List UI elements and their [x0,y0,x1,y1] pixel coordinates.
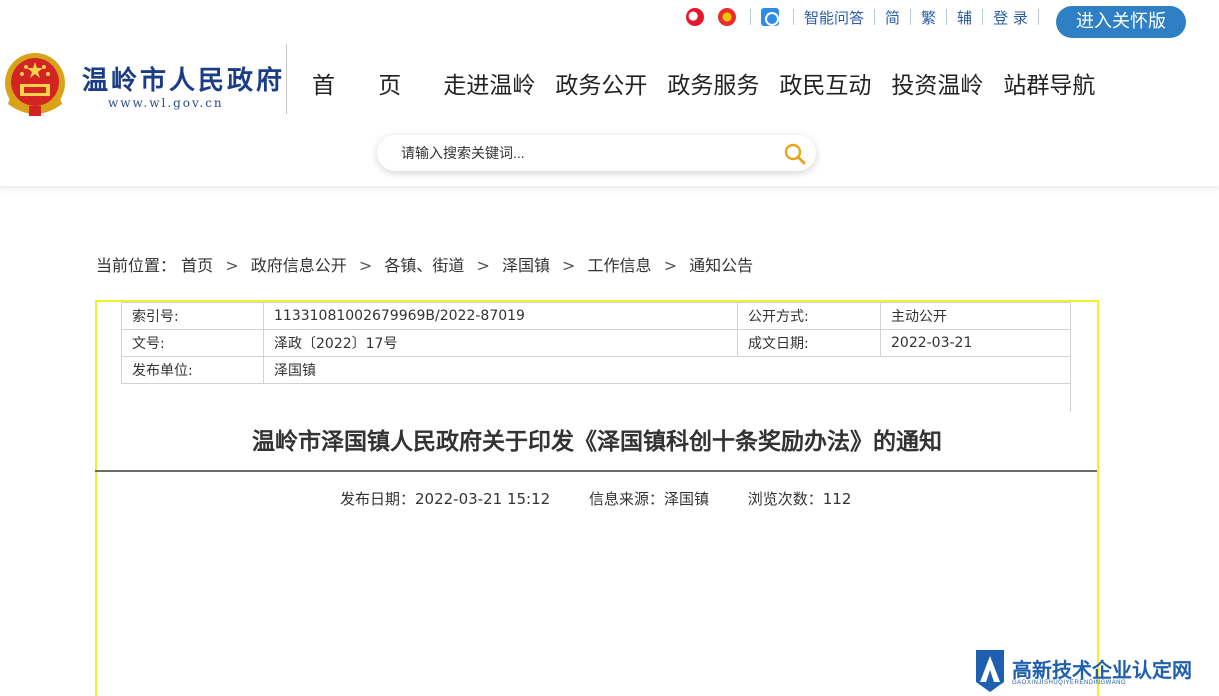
breadcrumb-separator: > [225,256,239,275]
publish-date: 发布日期：2022-03-21 15:12 [340,490,551,508]
nav-about-wenling[interactable]: 走进温岭 [443,66,535,100]
table-row: 文号: 泽政〔2022〕17号 成文日期: 2022-03-21 [121,329,1071,357]
document-metadata-table: 索引号: 11331081002679969B/2022-87019 公开方式:… [121,302,1071,384]
breadcrumb-work-info[interactable]: 工作信息 [588,256,652,275]
disclosure-method-label: 公开方式: [737,302,881,330]
issuing-unit-value: 泽国镇 [263,356,1071,384]
weibo-icon[interactable] [686,8,704,26]
divider [874,9,876,25]
traditional-chinese-link[interactable]: 繁 [921,7,936,28]
divider [1070,384,1071,412]
breadcrumb-separator: > [663,256,678,275]
table-row: 发布单位: 泽国镇 [121,356,1071,384]
accessibility-assist-link[interactable]: 辅 [957,7,972,28]
site-name[interactable]: 温岭市人民政府 [82,60,285,97]
divider [910,9,912,25]
watermark-text: 高新技术企业认定网 [1012,660,1192,682]
breadcrumb-notices[interactable]: 通知公告 [689,256,753,275]
info-source: 信息来源：泽国镇 [588,490,709,508]
divider [982,9,984,25]
watermark-logo-icon [976,650,1004,692]
breadcrumb-home[interactable]: 首页 [181,256,213,275]
disclosure-method-value: 主动公开 [880,302,1071,330]
logo-divider [286,44,287,114]
elderly-care-mode-button[interactable]: 进入关怀版 [1056,6,1186,38]
title-divider [95,470,1097,472]
breadcrumb-separator: > [562,256,576,275]
issuing-unit-label: 发布单位: [121,356,264,384]
document-number-value: 泽政〔2022〕17号 [263,329,738,357]
divider [750,9,751,25]
breadcrumb: 当前位置： 首页 > 政府信息公开 > 各镇、街道 > 泽国镇 > 工作信息 >… [96,252,753,276]
written-date-value: 2022-03-21 [880,329,1071,357]
search-icon[interactable] [784,143,806,165]
index-number-label: 索引号: [121,302,264,330]
breadcrumb-label: 当前位置： [96,256,177,275]
breadcrumb-zeguo-town[interactable]: 泽国镇 [502,256,550,275]
nav-public-interaction[interactable]: 政民互动 [779,66,871,100]
smart-qa-link[interactable]: 智能问答 [804,7,864,28]
article-title: 温岭市泽国镇人民政府关于印发《泽国镇科创十条奖励办法》的通知 [252,429,942,455]
breadcrumb-gov-info-open[interactable]: 政府信息公开 [251,256,347,275]
nav-invest-wenling[interactable]: 投资温岭 [891,66,983,100]
nav-government-services[interactable]: 政务服务 [667,66,759,100]
search-bar [377,135,816,171]
document-number-label: 文号: [121,329,264,357]
nav-government-affairs-open[interactable]: 政务公开 [555,66,647,100]
nav-home[interactable]: 首 页 [312,66,419,100]
national-emblem-logo[interactable] [2,50,68,120]
toutiao-icon[interactable] [718,8,736,26]
site-url: www.wl.gov.cn [108,96,224,110]
divider [1037,9,1039,25]
divider [946,9,948,25]
view-count: 浏览次数：112 [747,490,852,508]
wechat-icon[interactable] [761,8,779,26]
top-utility-links: 智能问答 简 繁 辅 登 录 [686,6,1049,28]
table-row: 索引号: 11331081002679969B/2022-87019 公开方式:… [121,302,1071,330]
breadcrumb-separator: > [358,256,373,275]
breadcrumb-separator: > [476,256,490,275]
nav-site-group[interactable]: 站群导航 [1003,66,1095,100]
simplified-chinese-link[interactable]: 简 [885,7,900,28]
breadcrumb-towns-streets[interactable]: 各镇、街道 [384,256,464,275]
header-divider [0,186,1219,190]
search-input[interactable] [401,141,761,165]
main-navigation: 首 页 走进温岭 政务公开 政务服务 政民互动 投资温岭 站群导航 [312,66,1115,100]
login-link[interactable]: 登 录 [993,7,1028,28]
index-number-value: 11331081002679969B/2022-87019 [263,302,738,330]
written-date-label: 成文日期: [737,329,881,357]
divider [793,9,794,25]
watermark-subtext: GAOXINJISHUQIYERENDINGWANG [1012,680,1127,686]
article-info: 发布日期：2022-03-21 15:12 信息来源：泽国镇 浏览次数：112 [340,488,885,509]
